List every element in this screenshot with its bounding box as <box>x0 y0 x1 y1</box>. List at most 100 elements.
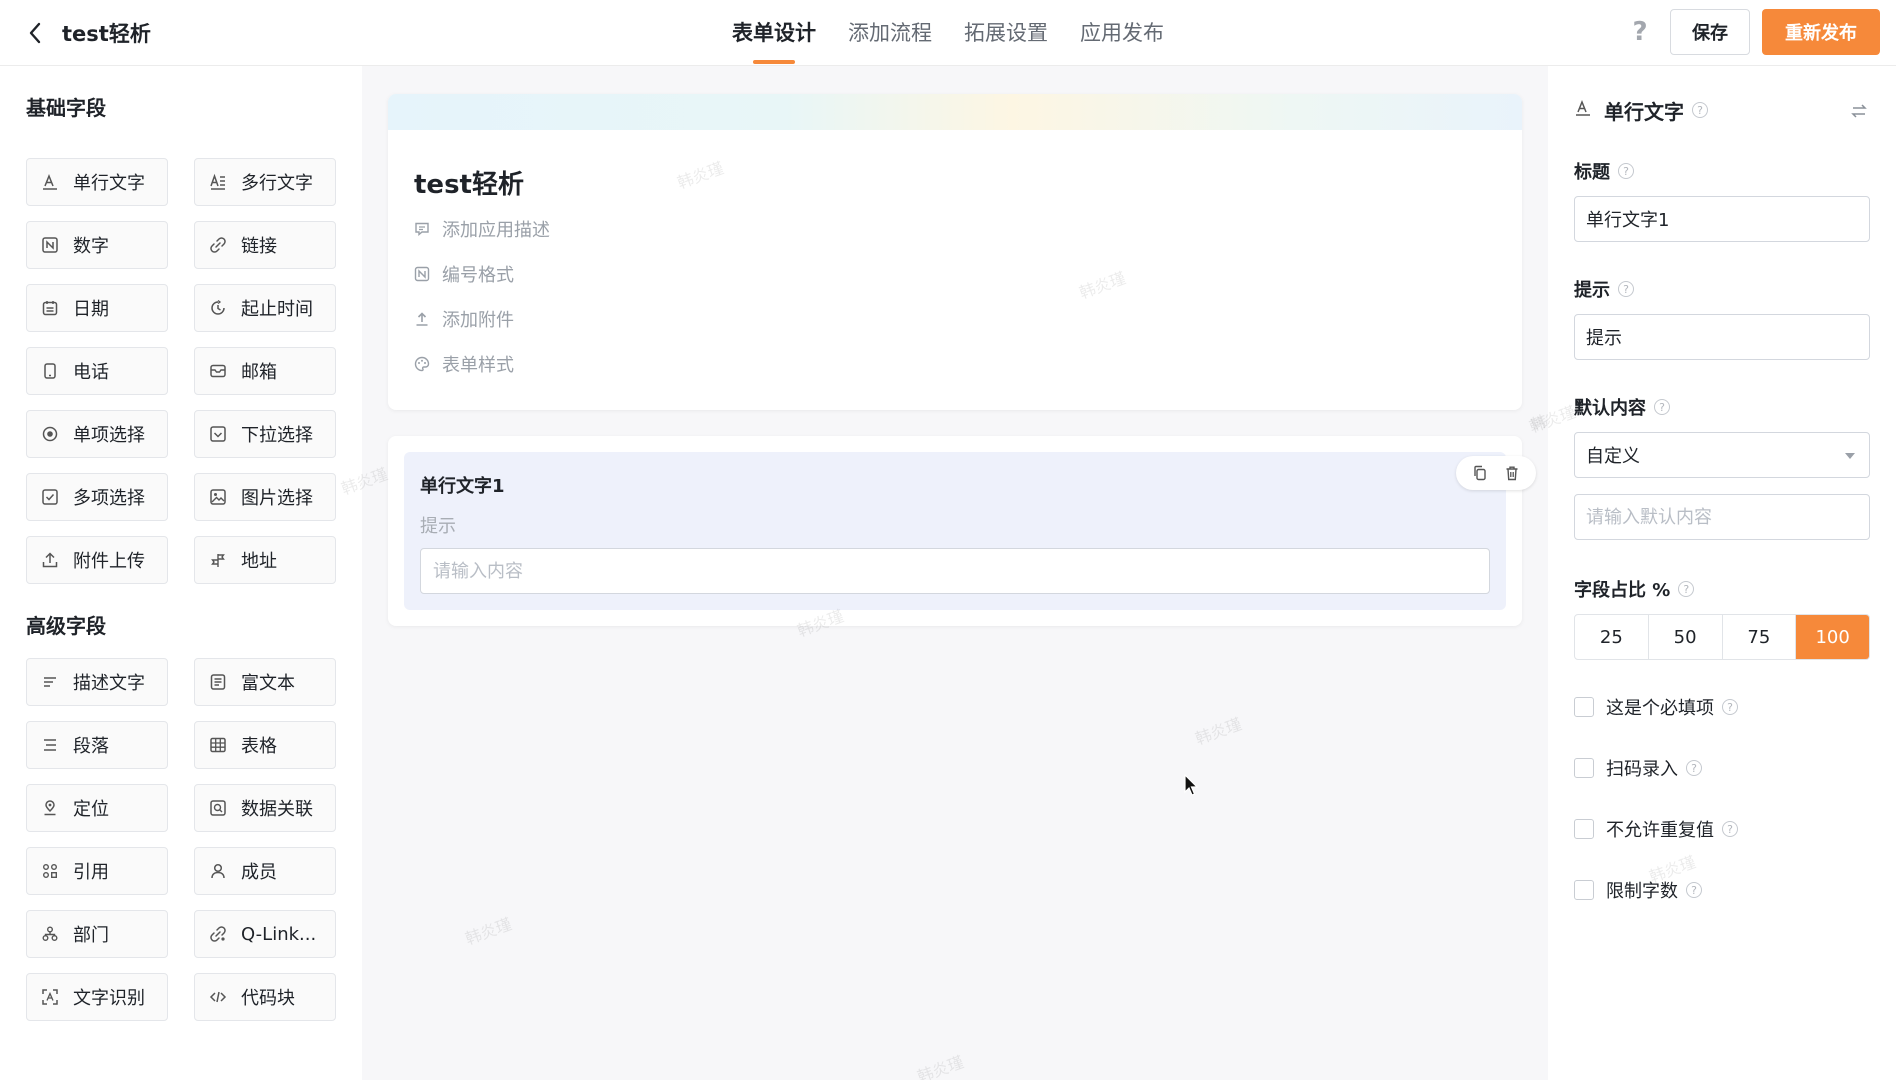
scan-input-checkbox[interactable] <box>1574 758 1594 778</box>
form-canvas: test轻析 添加应用描述 编号格式 添加附件 表单样式 单行文字1 提示 请输… <box>339 66 1580 1080</box>
field-code-block[interactable]: 代码块 <box>194 973 336 1021</box>
field-description-text[interactable]: 描述文字 <box>26 658 168 706</box>
add-app-description[interactable]: 添加应用描述 <box>414 216 550 242</box>
field-attachment-upload[interactable]: 附件上传 <box>26 536 168 584</box>
field-location[interactable]: 定位 <box>26 784 168 832</box>
field-single-line-text[interactable]: 单行文字 <box>26 158 168 206</box>
field-paragraph[interactable]: 段落 <box>26 721 168 769</box>
required-checkbox-row[interactable]: 这是个必填项 ? <box>1574 694 1738 720</box>
swap-icon[interactable] <box>1848 100 1870 122</box>
select-value: 自定义 <box>1586 446 1640 467</box>
qlink-icon <box>209 925 227 943</box>
field-dropdown[interactable]: 下拉选择 <box>194 410 336 458</box>
field-date[interactable]: 日期 <box>26 284 168 332</box>
form-title[interactable]: test轻析 <box>414 164 524 201</box>
limit-length-checkbox-row[interactable]: 限制字数 ? <box>1574 877 1702 903</box>
form-banner <box>388 94 1522 130</box>
number-icon <box>41 236 59 254</box>
field-address[interactable]: 地址 <box>194 536 336 584</box>
help-circle-icon[interactable]: ? <box>1618 281 1634 297</box>
field-multiple-choice[interactable]: 多项选择 <box>26 473 168 521</box>
calendar-icon <box>41 299 59 317</box>
code-icon <box>209 988 227 1006</box>
meta-label: 表单样式 <box>442 355 514 376</box>
save-button[interactable]: 保存 <box>1670 9 1750 55</box>
title-input[interactable] <box>1574 196 1870 242</box>
advanced-fields-title: 高级字段 <box>26 614 106 638</box>
required-checkbox[interactable] <box>1574 697 1594 717</box>
field-email[interactable]: 邮箱 <box>194 347 336 395</box>
help-circle-icon[interactable]: ? <box>1722 699 1738 715</box>
no-duplicate-checkbox[interactable] <box>1574 819 1594 839</box>
chevron-down-icon <box>1845 453 1855 459</box>
field-phone[interactable]: 电话 <box>26 347 168 395</box>
back-arrow-icon[interactable] <box>22 20 48 46</box>
field-single-choice[interactable]: 单项选择 <box>26 410 168 458</box>
field-label: 单行文字 <box>73 173 145 194</box>
delete-icon[interactable] <box>1501 462 1523 484</box>
help-circle-icon[interactable]: ? <box>1686 882 1702 898</box>
title-label-row: 标题 ? <box>1574 158 1634 184</box>
field-time-range[interactable]: 起止时间 <box>194 284 336 332</box>
tab-app-publish[interactable]: 应用发布 <box>1080 0 1164 66</box>
field-label: Q-Link... <box>241 923 317 945</box>
field-label: 下拉选择 <box>241 425 313 446</box>
limit-length-checkbox[interactable] <box>1574 880 1594 900</box>
hint-input[interactable] <box>1574 314 1870 360</box>
default-content-input[interactable] <box>1574 494 1870 540</box>
help-circle-icon[interactable]: ? <box>1692 102 1708 118</box>
field-number[interactable]: 数字 <box>26 221 168 269</box>
form-header-card: test轻析 添加应用描述 编号格式 添加附件 表单样式 <box>388 94 1522 410</box>
field-label: 代码块 <box>241 988 295 1009</box>
field-label: 多项选择 <box>73 488 145 509</box>
help-circle-icon[interactable]: ? <box>1678 581 1695 597</box>
number-format[interactable]: 编号格式 <box>414 261 514 287</box>
field-data-link[interactable]: 数据关联 <box>194 784 336 832</box>
tab-bar: 表单设计 添加流程 拓展设置 应用发布 <box>732 0 1196 66</box>
ratio-option-100[interactable]: 100 <box>1796 615 1869 659</box>
republish-button[interactable]: 重新发布 <box>1762 9 1880 55</box>
ratio-option-75[interactable]: 75 <box>1723 615 1797 659</box>
scan-input-checkbox-row[interactable]: 扫码录入 ? <box>1574 755 1702 781</box>
copy-icon[interactable] <box>1469 462 1491 484</box>
help-circle-icon[interactable]: ? <box>1686 760 1702 776</box>
no-duplicate-checkbox-row[interactable]: 不允许重复值 ? <box>1574 816 1738 842</box>
tab-extension-settings[interactable]: 拓展设置 <box>964 0 1048 66</box>
tab-form-design[interactable]: 表单设计 <box>732 0 816 66</box>
ratio-option-50[interactable]: 50 <box>1649 615 1723 659</box>
default-content-select[interactable]: 自定义 <box>1574 432 1870 478</box>
form-style[interactable]: 表单样式 <box>414 351 514 377</box>
ratio-option-25[interactable]: 25 <box>1575 615 1649 659</box>
selected-field-single-line-text[interactable]: 单行文字1 提示 <box>404 452 1536 610</box>
field-rich-text[interactable]: 富文本 <box>194 658 336 706</box>
text-icon <box>41 173 59 191</box>
field-label: 表格 <box>241 736 277 757</box>
field-qlink[interactable]: Q-Link... <box>194 910 336 958</box>
time-range-icon <box>209 299 227 317</box>
field-preview-input[interactable] <box>420 548 1490 594</box>
help-circle-icon[interactable]: ? <box>1722 821 1738 837</box>
field-reference[interactable]: 引用 <box>26 847 168 895</box>
field-label: 电话 <box>73 362 109 383</box>
dropdown-icon <box>209 425 227 443</box>
tab-add-process[interactable]: 添加流程 <box>848 0 932 66</box>
field-multi-line-text[interactable]: 多行文字 <box>194 158 336 206</box>
field-member[interactable]: 成员 <box>194 847 336 895</box>
help-circle-icon[interactable]: ? <box>1654 399 1670 415</box>
radio-icon <box>41 425 59 443</box>
rich-text-icon <box>209 673 227 691</box>
field-image-choice[interactable]: 图片选择 <box>194 473 336 521</box>
meta-label: 编号格式 <box>442 265 514 286</box>
mail-icon <box>209 362 227 380</box>
field-link[interactable]: 链接 <box>194 221 336 269</box>
field-label: 日期 <box>73 299 109 320</box>
field-label: 起止时间 <box>241 299 313 320</box>
field-table[interactable]: 表格 <box>194 721 336 769</box>
help-icon[interactable]: ? <box>1624 16 1656 48</box>
help-circle-icon[interactable]: ? <box>1618 163 1634 179</box>
properties-panel: 单行文字 ? 标题 ? 提示 ? 默认内容 ? 自定义 字段占比 % ? 25 … <box>1527 66 1896 1080</box>
field-department[interactable]: 部门 <box>26 910 168 958</box>
top-bar: test轻析 表单设计 添加流程 拓展设置 应用发布 ? 保存 重新发布 <box>0 0 1896 66</box>
add-attachment[interactable]: 添加附件 <box>414 306 514 332</box>
field-ocr[interactable]: 文字识别 <box>26 973 168 1021</box>
